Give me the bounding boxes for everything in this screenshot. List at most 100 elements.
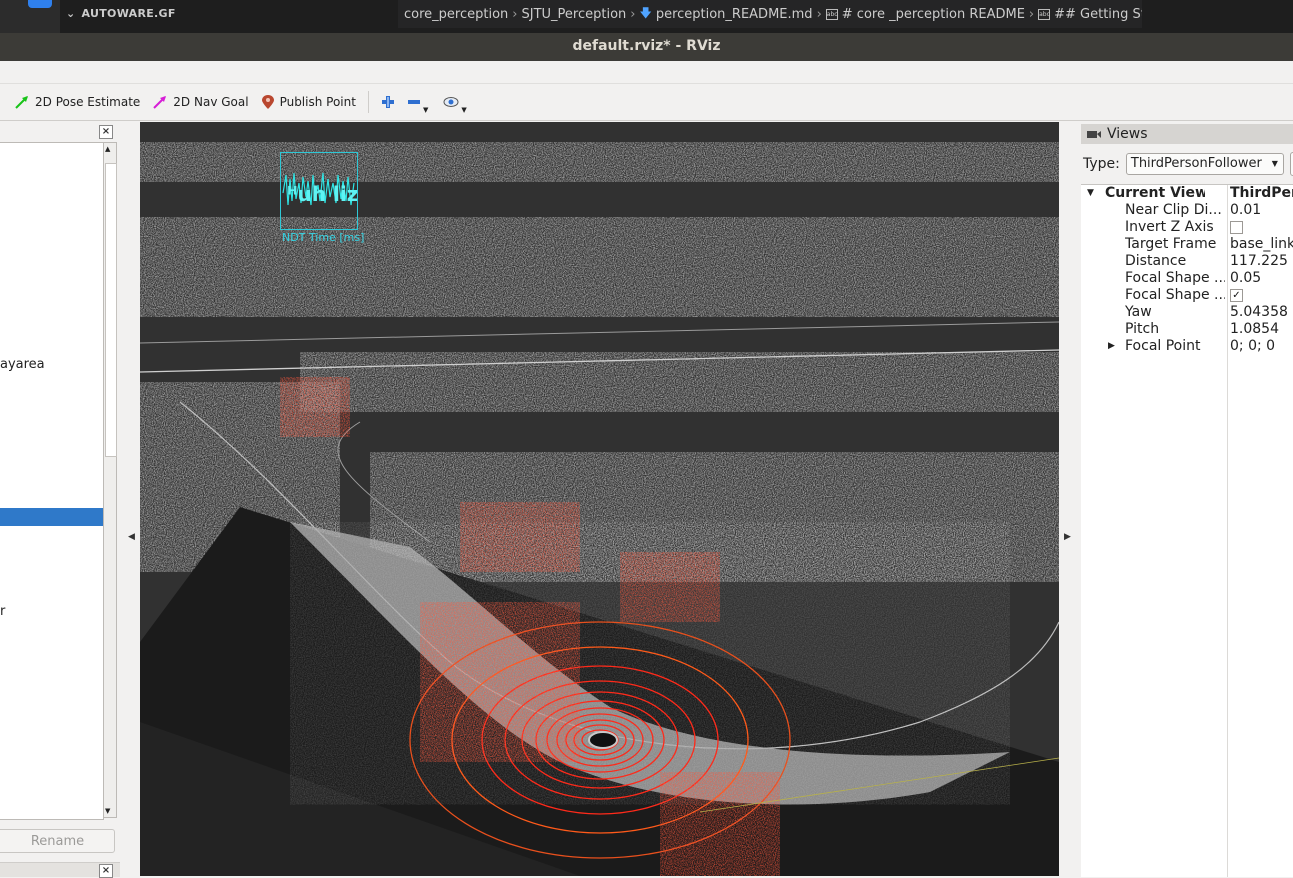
- breadcrumb-item[interactable]: # core _perception README: [842, 7, 1025, 22]
- property-name: Near Clip Di...: [1125, 202, 1222, 218]
- toolbar-separator: [367, 91, 369, 113]
- camera-icon: [1087, 131, 1101, 138]
- property-value[interactable]: 0.05: [1230, 270, 1293, 287]
- invert-z-checkbox[interactable]: [1230, 220, 1243, 234]
- views-panel-header[interactable]: Views: [1081, 124, 1293, 144]
- displays-scrollbar[interactable]: ▲ ▼: [103, 142, 117, 818]
- breadcrumb-item[interactable]: ## Getting Start: [1054, 7, 1142, 22]
- publish-point-tool[interactable]: Publish Point: [255, 88, 362, 116]
- ndt-time-sparkline: ᴴuh lizb: [282, 172, 373, 206]
- close-icon[interactable]: ×: [99, 125, 113, 139]
- breadcrumb-item[interactable]: perception_README.md: [656, 7, 813, 22]
- property-row-focal-point[interactable]: ▶ Focal Point 0; 0; 0: [1081, 338, 1293, 355]
- view-type-row: Type: ThirdPersonFollower ▼: [1083, 152, 1293, 176]
- display-item[interactable]: r: [0, 603, 103, 621]
- views-panel: Views Type: ThirdPersonFollower ▼ ▼ Curr…: [1081, 122, 1293, 877]
- property-value[interactable]: 117.225: [1230, 253, 1293, 270]
- ndt-time-plot: ᴴuh lizb: [280, 152, 373, 230]
- rename-button[interactable]: Rename: [0, 829, 115, 853]
- property-row-pitch[interactable]: Pitch 1.0854: [1081, 321, 1293, 338]
- menu-bar: [0, 61, 1293, 84]
- magenta-arrow-icon: [153, 96, 167, 109]
- window-title-bar[interactable]: default.rviz* - RViz: [0, 33, 1293, 61]
- dropdown-arrow-icon: ▼: [422, 106, 429, 114]
- vscode-explorer-header[interactable]: ⌄ AUTOWARE.GF: [66, 7, 176, 20]
- markdown-file-icon: 🡇: [639, 5, 652, 20]
- property-value: ThirdPers: [1230, 185, 1293, 201]
- property-name: Target Frame: [1125, 236, 1217, 252]
- property-row-current-view[interactable]: ▼ Current View ThirdPers: [1081, 185, 1293, 202]
- nav-goal-tool[interactable]: 2D Nav Goal: [146, 88, 254, 116]
- lidar-point-cloud-scene: [140, 122, 1059, 876]
- display-item[interactable]: ayarea: [0, 356, 103, 374]
- property-value[interactable]: base_link: [1230, 236, 1293, 253]
- extensions-badge-icon: [28, 0, 52, 8]
- breadcrumb-item[interactable]: core_perception: [404, 7, 508, 22]
- chevron-down-icon: ⌄: [66, 7, 76, 20]
- property-row-near-clip[interactable]: Near Clip Di... 0.01: [1081, 202, 1293, 219]
- explorer-title: AUTOWARE.GF: [81, 7, 176, 20]
- property-value[interactable]: 1.0854: [1230, 321, 1293, 338]
- dropdown-arrow-icon: ▼: [461, 106, 467, 114]
- property-row-yaw[interactable]: Yaw 5.04358: [1081, 304, 1293, 321]
- scroll-down-icon[interactable]: ▼: [105, 807, 110, 815]
- view-tool-button[interactable]: ▼: [437, 88, 475, 116]
- views-title: Views: [1107, 126, 1148, 142]
- left-dock-collapse-handle[interactable]: ◀: [120, 122, 140, 876]
- property-name: Current View: [1105, 185, 1205, 201]
- property-value[interactable]: 5.04358: [1230, 304, 1293, 321]
- remove-tool-button[interactable]: ▼: [401, 88, 437, 116]
- chevron-right-icon: ›: [816, 6, 822, 22]
- property-value[interactable]: 0.01: [1230, 202, 1293, 219]
- property-name: Yaw: [1125, 304, 1152, 320]
- property-value[interactable]: 0; 0; 0: [1230, 338, 1293, 355]
- map-pin-icon: [261, 95, 274, 109]
- scrollbar-thumb[interactable]: [105, 163, 117, 457]
- property-name: Focal Shape ...: [1125, 287, 1225, 303]
- nav-goal-label: 2D Nav Goal: [173, 95, 249, 109]
- expand-arrow-icon[interactable]: ▶: [1108, 338, 1115, 355]
- property-row-focal-shape-size[interactable]: Focal Shape ... 0.05: [1081, 270, 1293, 287]
- vscode-background-window: ⌄ AUTOWARE.GF core_perception › SJTU_Per…: [0, 0, 1293, 33]
- chevron-right-icon: ›: [512, 6, 518, 22]
- pose-estimate-label: 2D Pose Estimate: [35, 95, 141, 109]
- collapse-right-icon: ▶: [1064, 532, 1071, 542]
- ndt-overlay-text: ᴴuh lizb: [287, 182, 357, 206]
- property-name: Focal Shape ...: [1125, 270, 1225, 286]
- add-tool-button[interactable]: [375, 88, 401, 116]
- view-type-value: ThirdPersonFollower: [1130, 156, 1262, 171]
- property-name: Invert Z Axis: [1125, 219, 1214, 235]
- view-type-label: Type:: [1083, 156, 1120, 172]
- property-row-invert-z[interactable]: Invert Z Axis: [1081, 219, 1293, 236]
- collapse-arrow-icon: ▼: [1087, 188, 1094, 198]
- window-title: default.rviz* - RViz: [572, 38, 721, 54]
- dropdown-arrow-icon: ▼: [1271, 159, 1278, 168]
- render-viewport[interactable]: ᴴuh lizb NDT Time [ms]: [140, 122, 1059, 876]
- displays-panel: × ayarea r ▲ ▼ Rename ×: [0, 122, 120, 878]
- ego-vehicle: [588, 731, 618, 749]
- property-row-target-frame[interactable]: Target Frame base_link: [1081, 236, 1293, 253]
- scroll-up-icon[interactable]: ▲: [105, 145, 110, 153]
- view-type-select[interactable]: ThirdPersonFollower ▼: [1125, 153, 1284, 175]
- ndt-time-label: NDT Time [ms]: [282, 231, 365, 244]
- property-name: Distance: [1125, 253, 1187, 269]
- section-symbol-icon: abc: [825, 8, 838, 20]
- displays-tree[interactable]: ayarea r: [0, 142, 104, 820]
- chevron-right-icon: ›: [630, 6, 636, 22]
- property-name: Pitch: [1125, 321, 1160, 337]
- focal-shape-checkbox[interactable]: ✓: [1230, 288, 1243, 302]
- right-dock-collapse-handle[interactable]: ▶: [1059, 122, 1081, 876]
- vscode-activity-bar: [0, 0, 60, 33]
- green-arrow-icon: [15, 96, 28, 109]
- rviz-toolbar: 2D Pose Estimate 2D Nav Goal Publish Poi…: [0, 84, 1293, 121]
- display-item-selected[interactable]: [0, 508, 103, 526]
- view-properties-tree[interactable]: ▼ Current View ThirdPers Near Clip Di...…: [1081, 184, 1293, 877]
- section-symbol-icon: abc: [1038, 8, 1051, 20]
- eye-icon: [443, 97, 459, 107]
- property-row-focal-shape-fixed[interactable]: Focal Shape ... ✓: [1081, 287, 1293, 304]
- publish-point-label: Publish Point: [279, 95, 356, 109]
- breadcrumb-item[interactable]: SJTU_Perception: [521, 7, 626, 22]
- property-row-distance[interactable]: Distance 117.225: [1081, 253, 1293, 270]
- pose-estimate-tool[interactable]: 2D Pose Estimate: [8, 88, 146, 116]
- lower-panel-header: ×: [0, 862, 120, 878]
